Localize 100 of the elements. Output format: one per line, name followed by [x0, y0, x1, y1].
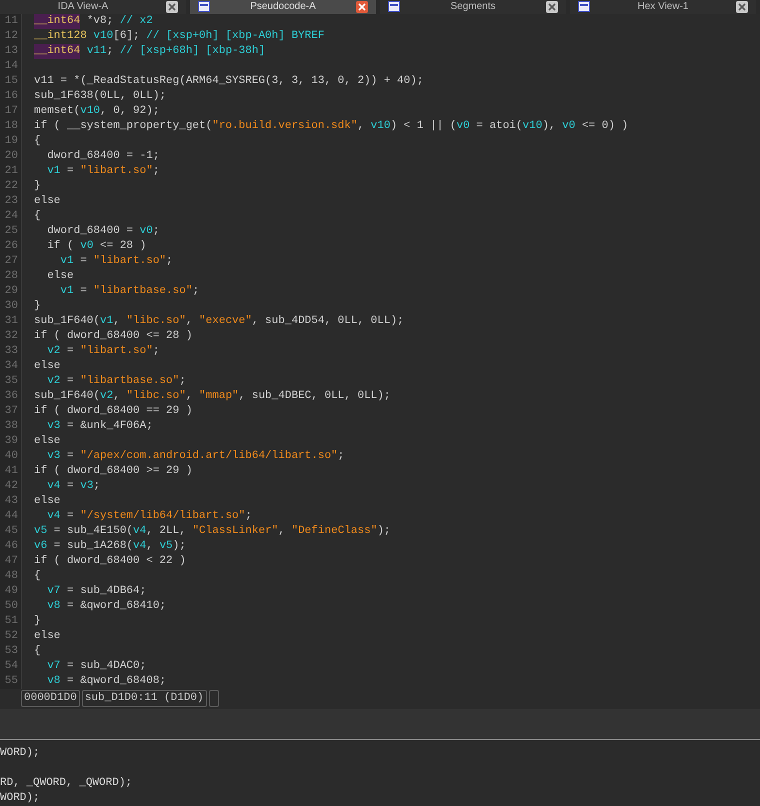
- line-number: 13: [4, 44, 18, 59]
- close-icon[interactable]: [736, 0, 748, 13]
- address-field: 0000D1D0: [21, 690, 80, 708]
- code-line: else: [46, 268, 75, 284]
- line-number: 50: [4, 598, 18, 614]
- line-number: 32: [4, 328, 18, 344]
- line-number: 18: [4, 118, 18, 134]
- line-number: 14: [4, 58, 18, 74]
- line-number: 55: [4, 674, 18, 689]
- line-number: 21: [4, 164, 18, 179]
- line-number: 15: [4, 74, 18, 89]
- line-number: 23: [4, 194, 18, 209]
- line-number: 34: [4, 358, 18, 374]
- code-line: if ( dword_68400 < 22 ): [34, 554, 187, 569]
- line-number: 31: [4, 314, 18, 329]
- line-number: 44: [4, 508, 18, 524]
- line-number: 49: [4, 584, 18, 599]
- code-line: v7 = sub_4DB64;: [46, 584, 148, 599]
- line-number: 39: [4, 434, 18, 449]
- line-number: 17: [4, 104, 18, 119]
- code-line: else: [34, 434, 62, 449]
- line-number: 28: [4, 268, 18, 284]
- code-line: sub_1F640(v1, "libc.so", "execve", sub_4DD54, 0LL, 0LL);: [34, 314, 405, 329]
- empty-field: [208, 690, 219, 708]
- code-line: v11 = *(_ReadStatusReg(ARM64_SYSREG(3, 3, 13, 0, 2)) + 40);: [34, 74, 424, 89]
- line-number: 11: [4, 14, 18, 29]
- line-number: 47: [4, 554, 18, 569]
- code-line: else: [34, 494, 62, 509]
- code-line: v1 = "libart.so";: [46, 164, 160, 179]
- tab[interactable]: Hex View-1: [570, 0, 756, 14]
- code-line: else: [34, 194, 62, 209]
- code-line: else: [34, 628, 62, 644]
- code-line: if ( __system_property_get("ro.build.version.sdk", v10) < 1 || (v0 = atoi(v10), v0 <= 0) ): [34, 118, 630, 134]
- close-icon[interactable]: [356, 0, 368, 13]
- line-number: 48: [4, 568, 18, 584]
- code-line: }: [34, 298, 42, 314]
- line-number: 51: [4, 614, 18, 629]
- line-number: 27: [4, 254, 18, 269]
- line-number: 20: [4, 148, 18, 164]
- line-number: 29: [4, 284, 18, 299]
- code-line: {: [34, 134, 42, 149]
- tab-label: Hex View-1: [636, 0, 690, 13]
- code-line: v4 = "/system/lib64/libart.so";: [46, 508, 253, 524]
- code-line: }: [34, 614, 42, 629]
- line-number: 24: [4, 208, 18, 224]
- code-line: sub_1F638(0LL, 0LL);: [34, 88, 168, 104]
- code-line: v3 = &unk_4F06A;: [46, 418, 154, 434]
- line-number: 37: [4, 404, 18, 419]
- code-line: sub_1F640(v2, "libc.so", "mmap", sub_4DBEC, 0LL, 0LL);: [34, 388, 392, 404]
- code-line: v5 = sub_4E150(v4, 2LL, "ClassLinker", "DefineClass");: [34, 524, 392, 539]
- line-number: 38: [4, 418, 18, 434]
- code-line: __int128 v10[6]; // [xsp+0h] [xbp-A0h] BYREF: [34, 28, 326, 44]
- line-number: 16: [4, 88, 18, 104]
- code-line: memset(v10, 0, 92);: [34, 104, 160, 119]
- line-number: 19: [4, 134, 18, 149]
- line-number: 35: [4, 374, 18, 389]
- tab-label: IDA View-A: [56, 0, 110, 13]
- code-line: v7 = sub_4DAC0;: [46, 658, 148, 674]
- close-icon[interactable]: [166, 0, 178, 13]
- code-line: v1 = "libart.so";: [59, 254, 174, 269]
- window-icon: [578, 1, 590, 12]
- code-line: {: [34, 208, 42, 224]
- window-icon: [388, 1, 400, 12]
- window-icon: [198, 1, 210, 12]
- line-number: 41: [4, 464, 18, 479]
- line-number: 53: [4, 644, 18, 659]
- code-line: v8 = &qword_68410;: [46, 598, 168, 614]
- code-line: v1 = "libartbase.so";: [59, 284, 200, 299]
- line-number: 46: [4, 538, 18, 554]
- tab-label: Pseudocode-A: [249, 0, 317, 13]
- code-line: v4 = v3;: [46, 478, 102, 494]
- line-number: 12: [4, 28, 18, 44]
- code-line: if ( v0 <= 28 ): [46, 238, 148, 254]
- line-number: 30: [4, 298, 18, 314]
- tab[interactable]: IDA View-A: [0, 0, 186, 14]
- line-number: 36: [4, 388, 18, 404]
- code-line: if ( dword_68400 == 29 ): [34, 404, 194, 419]
- line-number: 22: [4, 178, 18, 194]
- code-line: {: [34, 644, 42, 659]
- tab[interactable]: Segments: [380, 0, 566, 14]
- code-line: }: [34, 178, 42, 194]
- line-number: 26: [4, 238, 18, 254]
- line-number: 45: [4, 524, 18, 539]
- close-icon[interactable]: [546, 0, 558, 13]
- location-field: sub_D1D0:11 (D1D0): [82, 690, 207, 708]
- code-line: v3 = "/apex/com.android.art/lib64/libart.so";: [46, 448, 346, 464]
- output-line: WORD);: [0, 791, 41, 806]
- output-line: RD, _QWORD, _QWORD);: [0, 776, 134, 791]
- tab[interactable]: Pseudocode-A: [190, 0, 376, 14]
- code-line: v2 = "libart.so";: [46, 344, 160, 359]
- code-line: {: [34, 568, 42, 584]
- line-number: 40: [4, 448, 18, 464]
- line-number: 52: [4, 628, 18, 644]
- code-line: else: [34, 358, 62, 374]
- line-number: 42: [4, 478, 18, 494]
- output-line: WORD);: [0, 746, 41, 761]
- code-line: __int64 *v8; // x2: [34, 14, 154, 29]
- code-line: v8 = &qword_68408;: [46, 674, 168, 689]
- line-number: 43: [4, 494, 18, 509]
- code-line: dword_68400 = -1;: [46, 148, 160, 164]
